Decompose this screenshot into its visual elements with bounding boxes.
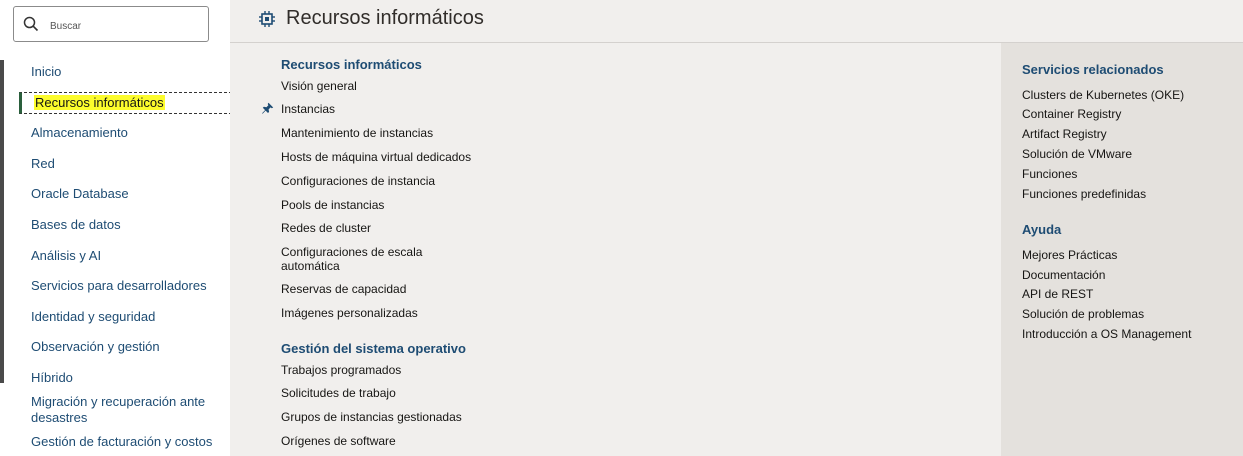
link-solicitudes-trabajo[interactable]: Solicitudes de trabajo <box>281 386 396 400</box>
nav-item-migracion-recuperacion[interactable]: Migración y recuperación ante desastres <box>31 394 216 426</box>
nav-item-label: Recursos informáticos <box>34 95 165 110</box>
nav-item-analisis-ai[interactable]: Análisis y AI <box>31 248 101 264</box>
pin-icon[interactable] <box>261 102 274 115</box>
link-intro-os-management[interactable]: Introducción a OS Management <box>1022 327 1191 341</box>
section-title-recursos: Recursos informáticos <box>281 57 422 72</box>
cpu-chip-icon <box>259 11 275 27</box>
link-configuraciones-instancia[interactable]: Configuraciones de instancia <box>281 174 435 188</box>
link-documentacion[interactable]: Documentación <box>1022 268 1105 282</box>
link-trabajos-programados[interactable]: Trabajos programados <box>281 363 401 377</box>
search-input[interactable] <box>48 16 202 36</box>
nav-item-facturacion-costos[interactable]: Gestión de facturación y costos <box>31 434 212 450</box>
nav-item-red[interactable]: Red <box>31 156 55 172</box>
link-pools-instancias[interactable]: Pools de instancias <box>281 198 384 212</box>
nav-item-bases-de-datos[interactable]: Bases de datos <box>31 217 121 233</box>
link-mejores-practicas[interactable]: Mejores Prácticas <box>1022 248 1117 262</box>
link-redes-cluster[interactable]: Redes de cluster <box>281 221 371 235</box>
page-title: Recursos informáticos <box>286 7 484 29</box>
section-title-gestion-so: Gestión del sistema operativo <box>281 341 466 356</box>
link-container-registry[interactable]: Container Registry <box>1022 107 1121 121</box>
link-solucion-problemas[interactable]: Solución de problemas <box>1022 307 1144 321</box>
nav-item-almacenamiento[interactable]: Almacenamiento <box>31 125 128 141</box>
link-instancias[interactable]: Instancias <box>281 102 335 116</box>
search-icon <box>23 16 39 32</box>
nav-item-observacion-gestion[interactable]: Observación y gestión <box>31 339 160 355</box>
related-services-title: Servicios relacionados <box>1022 62 1164 77</box>
link-escala-automatica[interactable]: Configuraciones de escala automática <box>281 245 431 273</box>
link-hosts-dedicados[interactable]: Hosts de máquina virtual dedicados <box>281 150 471 164</box>
main-content: Recursos informáticos Visión general Ins… <box>230 43 1001 456</box>
nav-item-hibrido[interactable]: Híbrido <box>31 370 73 386</box>
search-box[interactable] <box>13 6 209 42</box>
nav-item-recursos-informaticos[interactable]: Recursos informáticos <box>19 92 232 114</box>
link-funciones-predefinidas[interactable]: Funciones predefinidas <box>1022 187 1146 201</box>
link-solucion-vmware[interactable]: Solución de VMware <box>1022 147 1132 161</box>
link-vision-general[interactable]: Visión general <box>281 79 357 93</box>
link-origenes-software[interactable]: Orígenes de software <box>281 434 396 448</box>
link-imagenes-personalizadas[interactable]: Imágenes personalizadas <box>281 306 418 320</box>
nav-item-inicio[interactable]: Inicio <box>31 64 61 80</box>
nav-item-servicios-desarrolladores[interactable]: Servicios para desarrolladores <box>31 278 207 294</box>
left-navigation: Inicio Recursos informáticos Almacenamie… <box>0 0 232 456</box>
link-funciones[interactable]: Funciones <box>1022 167 1077 181</box>
link-mantenimiento-instancias[interactable]: Mantenimiento de instancias <box>281 126 433 140</box>
nav-item-oracle-database[interactable]: Oracle Database <box>31 186 129 202</box>
help-title: Ayuda <box>1022 222 1062 237</box>
link-api-rest[interactable]: API de REST <box>1022 287 1093 301</box>
link-clusters-kubernetes[interactable]: Clusters de Kubernetes (OKE) <box>1022 88 1184 102</box>
link-grupos-instancias[interactable]: Grupos de instancias gestionadas <box>281 410 462 424</box>
link-reservas-capacidad[interactable]: Reservas de capacidad <box>281 282 406 296</box>
nav-item-identidad-seguridad[interactable]: Identidad y seguridad <box>31 309 155 325</box>
related-panel: Servicios relacionados Clusters de Kuber… <box>1001 43 1243 456</box>
page-header: Recursos informáticos <box>230 0 1243 43</box>
link-artifact-registry[interactable]: Artifact Registry <box>1022 127 1107 141</box>
nav-accent-bar <box>0 60 4 383</box>
